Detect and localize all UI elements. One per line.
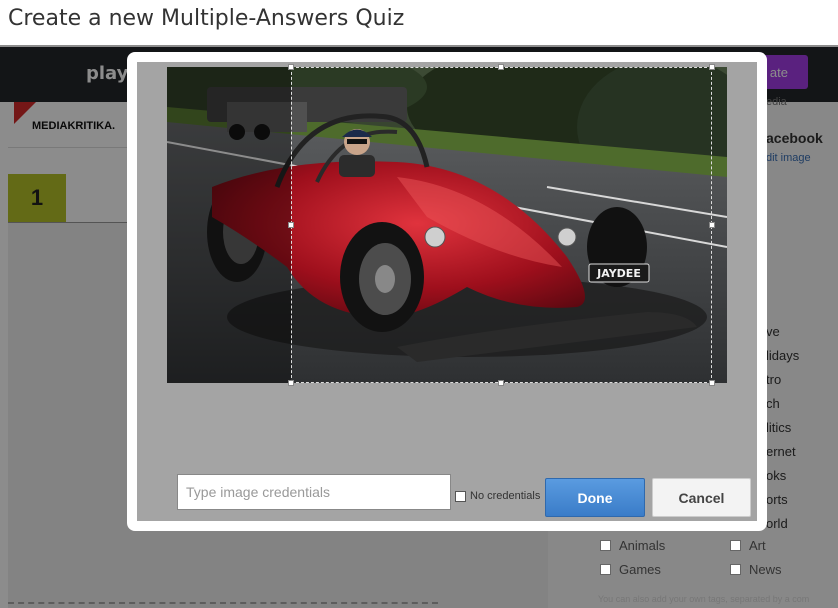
crop-excluded-region (167, 67, 291, 383)
crop-handle-nw[interactable] (288, 64, 294, 70)
tags-hint: You can also add your own tags, separate… (598, 594, 810, 604)
tag-checkbox[interactable] (600, 540, 611, 551)
crop-handle-e[interactable] (709, 222, 715, 228)
image-credits-input[interactable] (177, 474, 451, 510)
tag-checkbox[interactable] (730, 564, 741, 575)
cancel-button[interactable]: Cancel (652, 478, 751, 517)
crop-handle-sw[interactable] (288, 380, 294, 386)
tag-checkbox[interactable] (730, 540, 741, 551)
no-credentials-checkbox[interactable] (455, 490, 466, 502)
tag-label: Games (619, 562, 661, 577)
crop-handle-w[interactable] (288, 222, 294, 228)
crop-handle-s[interactable] (498, 380, 504, 386)
crop-handle-se[interactable] (709, 380, 715, 386)
tag-art[interactable]: Art (730, 538, 766, 553)
crop-selection[interactable] (291, 67, 712, 383)
tag-label: Art (749, 538, 766, 553)
done-button[interactable]: Done (545, 478, 645, 517)
tag-games[interactable]: Games (600, 562, 661, 577)
crop-handle-n[interactable] (498, 64, 504, 70)
tag-label: News (749, 562, 782, 577)
no-credentials-label: No credentials (470, 490, 541, 502)
crop-handle-ne[interactable] (709, 64, 715, 70)
image-crop-dialog: JAYDEE No credentials Done Cancel (127, 52, 767, 531)
crop-workspace: JAYDEE No credentials Done Cancel (137, 62, 757, 521)
tag-checkbox[interactable] (600, 564, 611, 575)
tag-animals[interactable]: Animals (600, 538, 665, 553)
tag-news[interactable]: News (730, 562, 782, 577)
tag-label: Animals (619, 538, 666, 553)
page-title: Create a new Multiple-Answers Quiz (8, 6, 405, 31)
no-credentials-option[interactable]: No credentials (455, 490, 540, 502)
